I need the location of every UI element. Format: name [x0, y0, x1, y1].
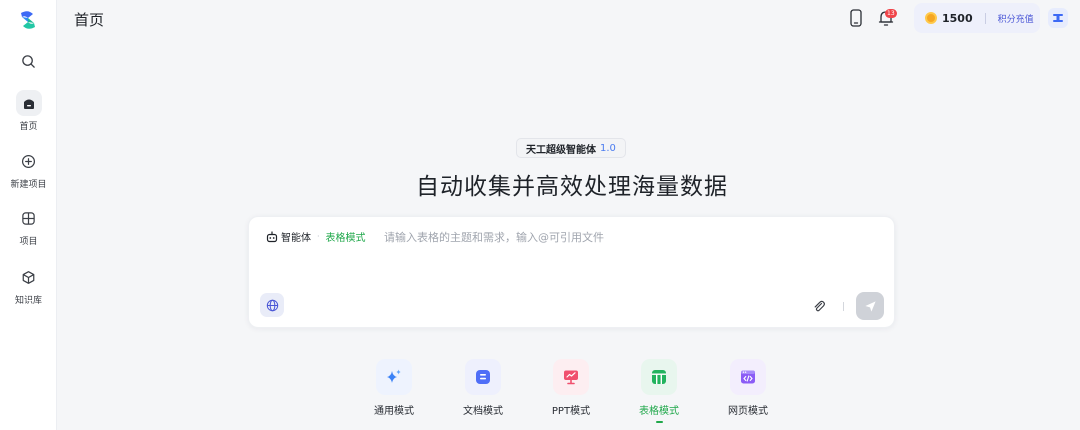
sidebar-item-knowledge-base[interactable]: 知识库: [0, 264, 57, 306]
document-icon: [476, 370, 490, 384]
sidebar-item-label: 首页: [19, 122, 38, 132]
credits-panel: 1500 积分充值: [914, 3, 1040, 33]
app-logo[interactable]: [17, 9, 39, 31]
active-mode-indicator: [655, 421, 663, 423]
table-icon: [652, 370, 666, 384]
recharge-button[interactable]: 积分充值: [998, 12, 1034, 25]
globe-icon: [266, 299, 278, 311]
mode-label: 文档模式: [463, 406, 503, 417]
attachment-icon[interactable]: [812, 299, 826, 313]
presentation-icon: [564, 370, 578, 385]
mode-table[interactable]: 表格模式: [629, 359, 689, 423]
agent-version-pill: 天工超级智能体 1.0: [516, 138, 626, 158]
mobile-button[interactable]: [846, 8, 866, 28]
prompt-input[interactable]: 请输入表格的主题和需求，输入@可引用文件: [384, 229, 604, 245]
mode-label: PPT模式: [551, 406, 591, 417]
sparkle-icon: [387, 369, 401, 383]
robot-icon: [266, 230, 278, 242]
current-mode-label: 表格模式: [325, 233, 366, 244]
home-icon: [23, 99, 34, 109]
notification-badge: 13: [885, 9, 897, 18]
mode-label: 通用模式: [374, 406, 414, 417]
webpage-icon: [741, 370, 755, 384]
page-title: 首页: [74, 11, 105, 29]
mode-document[interactable]: 文档模式: [453, 359, 513, 417]
mode-label: 表格模式: [639, 406, 679, 417]
sidebar-item-projects[interactable]: 项目: [0, 205, 57, 247]
sidebar-item-label: 项目: [19, 237, 38, 247]
sidebar-item-home[interactable]: 首页: [0, 90, 57, 132]
user-avatar-icon: [1053, 14, 1063, 22]
sidebar: 首页 新建项目 项目 知识库: [0, 0, 57, 430]
toolbar-divider: [843, 302, 844, 311]
search-button[interactable]: [0, 48, 57, 74]
credits-balance: 1500: [942, 11, 973, 25]
mode-label: 网页模式: [728, 406, 768, 417]
coin-icon: [925, 12, 937, 24]
send-icon: [864, 300, 876, 312]
cube-icon: [22, 270, 35, 284]
agent-label: 智能体: [281, 233, 311, 244]
agent-selector[interactable]: 智能体 · 表格模式: [266, 229, 366, 244]
mode-ppt[interactable]: PPT模式: [541, 359, 601, 417]
prompt-card: 智能体 · 表格模式 请输入表格的主题和需求，输入@可引用文件: [248, 216, 895, 328]
hero-headline: 自动收集并高效处理海量数据: [416, 174, 728, 200]
mode-webpage[interactable]: 网页模式: [718, 359, 778, 417]
mode-general[interactable]: 通用模式: [364, 359, 424, 417]
mobile-phone-icon: [850, 9, 862, 27]
search-icon: [22, 54, 35, 68]
sidebar-item-label: 知识库: [14, 296, 42, 306]
grid-icon: [22, 211, 35, 225]
send-button[interactable]: [856, 292, 884, 320]
separator-dot: ·: [317, 232, 320, 241]
agent-version: 1.0: [600, 142, 616, 154]
web-search-toggle[interactable]: [260, 293, 284, 317]
credits-divider: [984, 12, 986, 24]
avatar[interactable]: [1048, 8, 1068, 28]
agent-name: 天工超级智能体: [526, 144, 596, 156]
